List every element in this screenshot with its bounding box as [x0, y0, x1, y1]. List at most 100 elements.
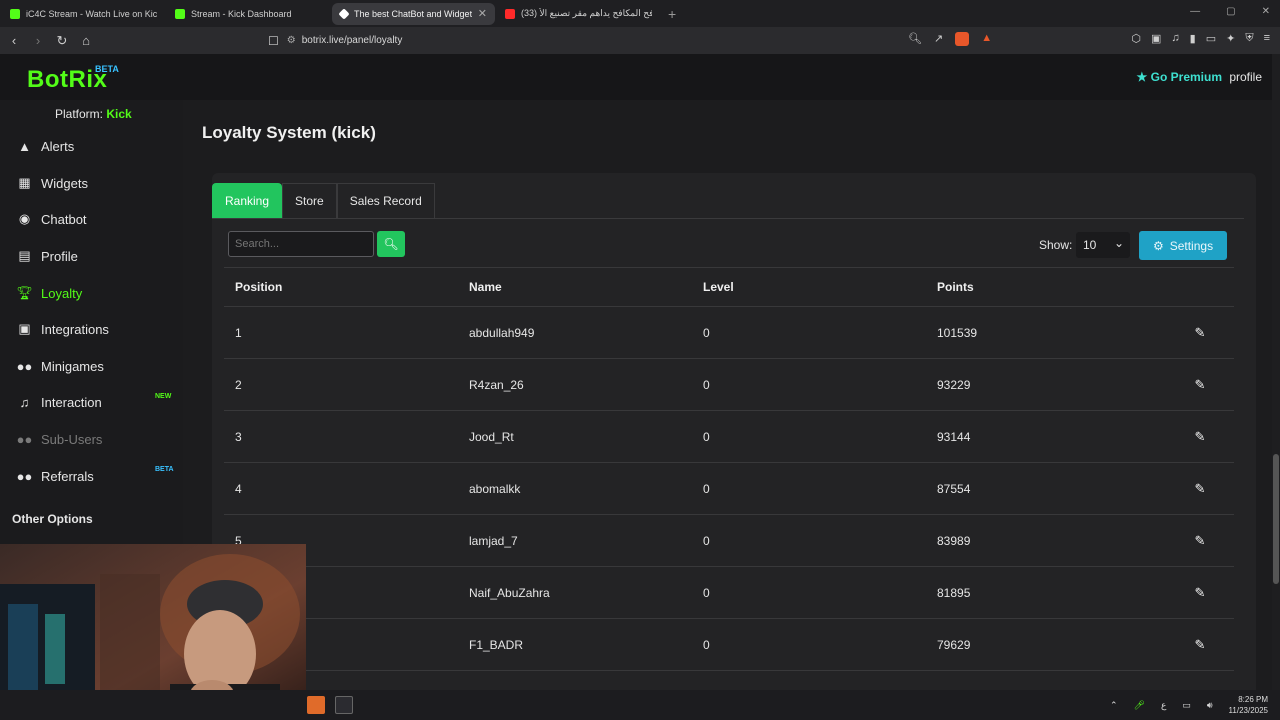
- sidebar-item-label: Widgets: [41, 175, 88, 191]
- extensions-icon[interactable]: ⬡: [1131, 32, 1141, 45]
- sidebar-item-sub-users[interactable]: ●● Sub-Users: [16, 429, 103, 449]
- rewards-icon[interactable]: ▲: [981, 32, 992, 46]
- sidebar-item-profile[interactable]: ▤ Profile: [16, 246, 78, 266]
- clock-time: 8:26 PM: [1238, 695, 1268, 704]
- sidebar-item-loyalty[interactable]: 🏆︎ Loyalty: [16, 283, 82, 303]
- close-tab-icon[interactable]: ✕: [478, 7, 487, 20]
- bookmark-icon[interactable]: ☐: [268, 34, 279, 48]
- forward-icon[interactable]: ›: [28, 33, 48, 48]
- tab-ranking[interactable]: Ranking: [212, 183, 283, 218]
- music-icon: ♫: [19, 394, 30, 410]
- table-row: 2 R4zan_26 0 93229 ✎: [224, 359, 1234, 411]
- reload-icon[interactable]: ↻: [52, 33, 72, 49]
- back-icon[interactable]: ‹: [4, 33, 24, 48]
- edit-icon[interactable]: ✎: [1166, 533, 1234, 549]
- maximize-icon[interactable]: ▢: [1226, 6, 1235, 17]
- address-actions: 🔍︎ ↗ ▲: [908, 32, 992, 46]
- edit-icon[interactable]: ✎: [1166, 325, 1234, 341]
- edit-icon[interactable]: ✎: [1166, 377, 1234, 393]
- beta-badge: BETA: [95, 64, 119, 74]
- menu-icon[interactable]: ≡: [1264, 32, 1270, 45]
- volume-icon[interactable]: 🔊︎: [1207, 700, 1213, 711]
- browser-tab-title: (33) كافح المكافح يداهم مقر تصنيع الأ: [521, 8, 652, 18]
- brave-shield-icon[interactable]: [955, 32, 970, 46]
- sidebar-item-alerts[interactable]: ▲ Alerts: [16, 136, 74, 156]
- settings-button[interactable]: ⚙ Settings: [1139, 231, 1227, 260]
- edit-icon[interactable]: ✎: [1166, 637, 1234, 653]
- new-tab-icon[interactable]: +: [668, 6, 676, 22]
- sidebar-item-integrations[interactable]: ▣ Integrations: [16, 319, 109, 339]
- chevron-up-icon[interactable]: ⌃: [1110, 700, 1118, 711]
- row-level: 0: [703, 325, 710, 340]
- taskbar: ⌃ 🎤︎ ع ▭ 🔊︎ 8:26 PM 11/23/2025: [0, 690, 1280, 720]
- profile-link[interactable]: profile: [1229, 70, 1262, 84]
- people-icon: ●●: [16, 468, 33, 484]
- minimize-icon[interactable]: —: [1190, 6, 1200, 17]
- microphone-icon[interactable]: 🎤︎: [1134, 700, 1145, 711]
- scrollbar-thumb[interactable]: [1273, 454, 1279, 584]
- loyalty-card: Ranking Store Sales Record 🔍︎ Show: 10 ⌄…: [212, 173, 1256, 713]
- edit-icon[interactable]: ✎: [1166, 429, 1234, 445]
- clock[interactable]: 8:26 PM 11/23/2025: [1229, 694, 1268, 716]
- row-points: 93229: [937, 377, 971, 392]
- browser-tab-2[interactable]: The best ChatBot and Widgets K ✕: [332, 2, 495, 25]
- row-points: 101539: [937, 325, 978, 340]
- youtube-favicon-icon: [505, 8, 515, 19]
- row-position: 2: [235, 377, 242, 392]
- search-button[interactable]: 🔍︎: [377, 231, 405, 257]
- platform-value: Kick: [106, 107, 132, 121]
- search-input[interactable]: [228, 231, 374, 257]
- page-size-select[interactable]: 10 ⌄: [1076, 232, 1130, 258]
- browser-tab-0[interactable]: iC4C Stream - Watch Live on Kick: [2, 3, 165, 25]
- warning-icon: ▲: [18, 138, 31, 154]
- media-icon[interactable]: ♫: [1171, 32, 1179, 45]
- sidebar-item-label: Sub-Users: [41, 431, 103, 447]
- share-icon[interactable]: ↗: [934, 32, 943, 46]
- sidebar-item-chatbot[interactable]: ◉ Chatbot: [16, 209, 87, 229]
- platform-indicator: Platform: Kick: [55, 107, 132, 121]
- browser-tab-1[interactable]: Stream - Kick Dashboard: [167, 3, 330, 25]
- url-field[interactable]: botrix.live/panel/loyalty: [302, 35, 403, 46]
- show-label: Show:: [1039, 238, 1073, 252]
- zoom-icon[interactable]: 🔍︎: [908, 32, 922, 46]
- edit-icon[interactable]: ✎: [1166, 585, 1234, 601]
- sidebar-item-referrals[interactable]: ●● Referrals: [16, 466, 94, 486]
- table-row: 5 lamjad_7 0 83989 ✎: [224, 515, 1234, 567]
- chevron-down-icon: ⌄: [1113, 236, 1124, 250]
- window-controls: — ▢ ✕: [1190, 6, 1270, 17]
- table-row: 7 F1_BADR 0 79629 ✎: [224, 619, 1234, 671]
- row-points: 87554: [937, 481, 971, 496]
- sidebar-item-label: Profile: [41, 248, 78, 264]
- tab-store[interactable]: Store: [282, 183, 337, 218]
- table-row: 6 Naif_AbuZahra 0 81895 ✎: [224, 567, 1234, 619]
- leo-icon[interactable]: ✦: [1226, 32, 1235, 45]
- wallet-icon[interactable]: ▭: [1206, 32, 1216, 45]
- column-header-position: Position: [235, 280, 283, 294]
- row-name: abdullah949: [469, 325, 535, 340]
- close-window-icon[interactable]: ✕: [1262, 6, 1270, 17]
- site-info-icon[interactable]: ⚙: [287, 35, 296, 46]
- row-level: 0: [703, 481, 710, 496]
- profile-label: profile: [1229, 70, 1262, 84]
- gamepad-icon: ●●: [16, 358, 33, 374]
- sidebar-item-interaction[interactable]: ♫ Interaction: [16, 392, 102, 412]
- go-premium-button[interactable]: ★ Go Premium: [1137, 70, 1222, 84]
- edit-icon[interactable]: ✎: [1166, 481, 1234, 497]
- language-indicator[interactable]: ع: [1161, 700, 1166, 711]
- sidebar-icon[interactable]: ▮: [1190, 32, 1196, 45]
- sidebar-item-minigames[interactable]: ●● Minigames: [16, 356, 104, 376]
- network-icon[interactable]: ▭: [1182, 700, 1191, 711]
- search-icon: 🔍︎: [383, 237, 399, 251]
- browser-tab-3[interactable]: (33) كافح المكافح يداهم مقر تصنيع الأ: [497, 3, 660, 25]
- vpn-icon[interactable]: ⛨: [1245, 32, 1253, 45]
- tab-sales-record[interactable]: Sales Record: [336, 183, 435, 218]
- screenshot-icon[interactable]: ▣: [1151, 32, 1161, 45]
- app-icon[interactable]: [307, 696, 325, 714]
- row-points: 83989: [937, 533, 971, 548]
- home-icon[interactable]: ⌂: [76, 33, 96, 48]
- column-header-points: Points: [937, 280, 974, 294]
- sidebar-item-widgets[interactable]: ▦ Widgets: [16, 173, 88, 193]
- terminal-icon[interactable]: [335, 696, 353, 714]
- row-points: 79629: [937, 637, 971, 652]
- page-scrollbar[interactable]: [1272, 54, 1280, 696]
